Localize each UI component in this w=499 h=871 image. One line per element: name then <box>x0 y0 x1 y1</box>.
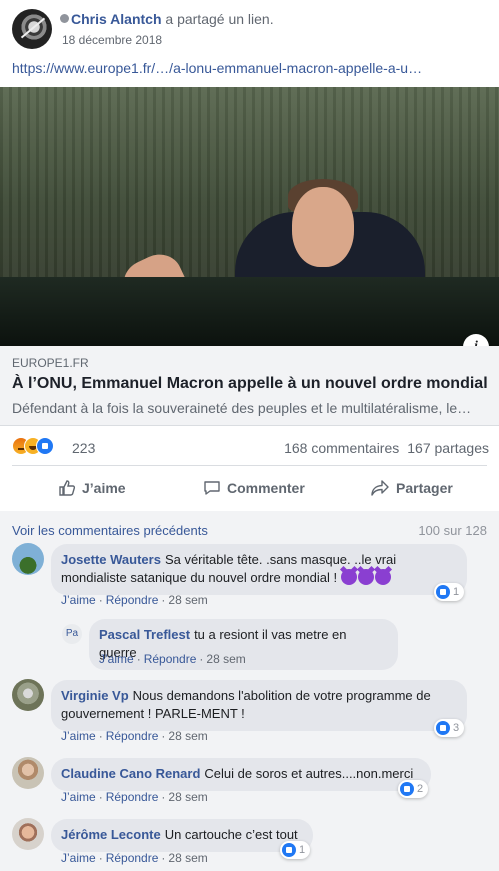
post-stats: 168 commentaires 167 partages <box>284 440 489 456</box>
comment-reaction-count: 1 <box>453 586 460 598</box>
view-previous-comments-link[interactable]: Voir les commentaires précédents <box>12 523 208 538</box>
comment-like-link[interactable]: J’aime <box>61 729 96 743</box>
public-globe-icon <box>60 14 69 23</box>
link-domain: EUROPE1.FR <box>12 356 89 370</box>
post-link[interactable]: https://www.europe1.fr/…/a-lonu-emmanuel… <box>12 60 422 76</box>
commenter-name[interactable]: Jérôme Leconte <box>61 827 161 842</box>
commenter-name[interactable]: Josette Wauters <box>61 552 161 567</box>
meta-separator: · <box>161 593 166 607</box>
reply-avatar[interactable]: Pa <box>62 624 82 644</box>
devil-emoji-icon <box>374 569 391 585</box>
comment-reaction-count: 2 <box>417 783 424 795</box>
thumbs-up-icon <box>59 480 76 496</box>
meta-separator: · <box>161 729 166 743</box>
comment-bubble: Virginie Vp Nous demandons l'abolition de… <box>51 680 467 731</box>
link-description: Défendant à la fois la souveraineté des … <box>12 400 472 416</box>
comment-button[interactable]: Commenter <box>203 474 305 502</box>
meta-separator: · <box>136 652 141 666</box>
comment-text: Sa véritable tête. .sans masque. ..le vr… <box>164 552 397 567</box>
commenter-name[interactable]: Claudine Cano Renard <box>61 766 200 781</box>
divider <box>12 465 487 466</box>
share-button[interactable]: Partager <box>370 474 453 502</box>
commenter-avatar[interactable] <box>12 679 44 711</box>
comment-text-continued: mondialiste satanique du nouvel ordre mo… <box>61 570 338 585</box>
link-preview-image[interactable] <box>0 87 499 346</box>
meta-separator: · <box>98 790 103 804</box>
post-header: Chris Alantch a partagé un lien. <box>60 11 274 27</box>
comment-like-link[interactable]: J’aime <box>61 790 96 804</box>
comment-like-link[interactable]: J’aime <box>99 652 134 666</box>
comment-like-link[interactable]: J’aime <box>61 593 96 607</box>
comment-text: Nous demandons l'abolition de votre prog… <box>132 688 431 703</box>
shares-count-link[interactable]: 167 partages <box>407 440 489 456</box>
comments-counter: 100 sur 128 <box>418 523 487 538</box>
commenter-avatar[interactable] <box>12 543 44 575</box>
comment-time[interactable]: 28 sem <box>168 851 207 865</box>
meta-separator: · <box>98 729 103 743</box>
comment-meta: J’aime · Répondre · 28 sem <box>61 851 208 865</box>
comment-meta: J’aime · Répondre · 28 sem <box>99 652 246 666</box>
comment-reply-link[interactable]: Répondre <box>106 851 159 865</box>
like-reaction-icon <box>36 437 54 455</box>
like-label: J’aime <box>82 480 126 496</box>
like-reaction-icon <box>400 782 414 796</box>
author-avatar[interactable] <box>12 9 52 49</box>
meta-separator: · <box>161 790 166 804</box>
commenter-name[interactable]: Pascal Treflest <box>99 627 190 642</box>
comment-meta: J’aime · Répondre · 28 sem <box>61 729 208 743</box>
like-reaction-icon <box>436 585 450 599</box>
share-label: Partager <box>396 480 453 496</box>
comment-reaction-badge[interactable]: 1 <box>434 583 465 601</box>
commenter-avatar[interactable] <box>12 818 44 850</box>
comment-reaction-badge[interactable]: 3 <box>434 719 465 737</box>
comment-bubble: Claudine Cano Renard Celui de soros et au… <box>51 758 431 791</box>
comment-reply-link[interactable]: Répondre <box>106 593 159 607</box>
link-headline[interactable]: À l’ONU, Emmanuel Macron appelle à un no… <box>12 375 488 393</box>
comment-time[interactable]: 28 sem <box>168 593 207 607</box>
comment-reply-link[interactable]: Répondre <box>106 729 159 743</box>
devil-emoji-icon <box>340 569 357 585</box>
like-button[interactable]: J’aime <box>58 474 126 502</box>
comment-meta: J’aime · Répondre · 28 sem <box>61 790 208 804</box>
comment-bubble: Josette Wauters Sa véritable tête. .sans … <box>51 544 467 595</box>
comment-reaction-count: 3 <box>453 722 460 734</box>
comment-reply-link[interactable]: Répondre <box>106 790 159 804</box>
meta-separator: · <box>199 652 204 666</box>
meta-separator: · <box>98 851 103 865</box>
reaction-icons[interactable] <box>12 437 54 457</box>
image-figure-head <box>292 187 354 267</box>
comment-text: Celui de soros et autres....non.merci <box>204 766 414 781</box>
post-date[interactable]: 18 décembre 2018 <box>62 33 162 47</box>
comment-label: Commenter <box>227 480 305 496</box>
comment-reaction-badge[interactable]: 1 <box>280 841 311 859</box>
like-reaction-icon <box>282 843 296 857</box>
comment-bubble-icon <box>204 481 220 495</box>
comment-reaction-badge[interactable]: 2 <box>398 780 429 798</box>
meta-separator: · <box>98 593 103 607</box>
comment-meta: J’aime · Répondre · 28 sem <box>61 593 208 607</box>
comments-count-link[interactable]: 168 commentaires <box>284 440 399 456</box>
comment-bubble: Jérôme Leconte Un cartouche c’est tout <box>51 819 313 852</box>
post-action-text: a partagé un lien. <box>165 11 274 27</box>
comment-time[interactable]: 28 sem <box>168 729 207 743</box>
devil-emoji-icon <box>357 569 374 585</box>
comment-like-link[interactable]: J’aime <box>61 851 96 865</box>
meta-separator: · <box>161 851 166 865</box>
like-reaction-icon <box>436 721 450 735</box>
author-name[interactable]: Chris Alantch <box>71 11 162 27</box>
comment-time[interactable]: 28 sem <box>168 790 207 804</box>
reaction-count[interactable]: 223 <box>72 440 95 456</box>
comment-time[interactable]: 28 sem <box>206 652 245 666</box>
image-podium <box>0 277 499 346</box>
comment-reaction-count: 1 <box>299 844 306 856</box>
commenter-avatar[interactable] <box>12 757 44 789</box>
comment-reply-link[interactable]: Répondre <box>144 652 197 666</box>
share-arrow-icon <box>371 480 389 496</box>
commenter-name[interactable]: Virginie Vp <box>61 688 129 703</box>
comment-text-continued: gouvernement ! PARLE-MENT ! <box>61 706 245 721</box>
comment-text: Un cartouche c’est tout <box>164 827 298 842</box>
